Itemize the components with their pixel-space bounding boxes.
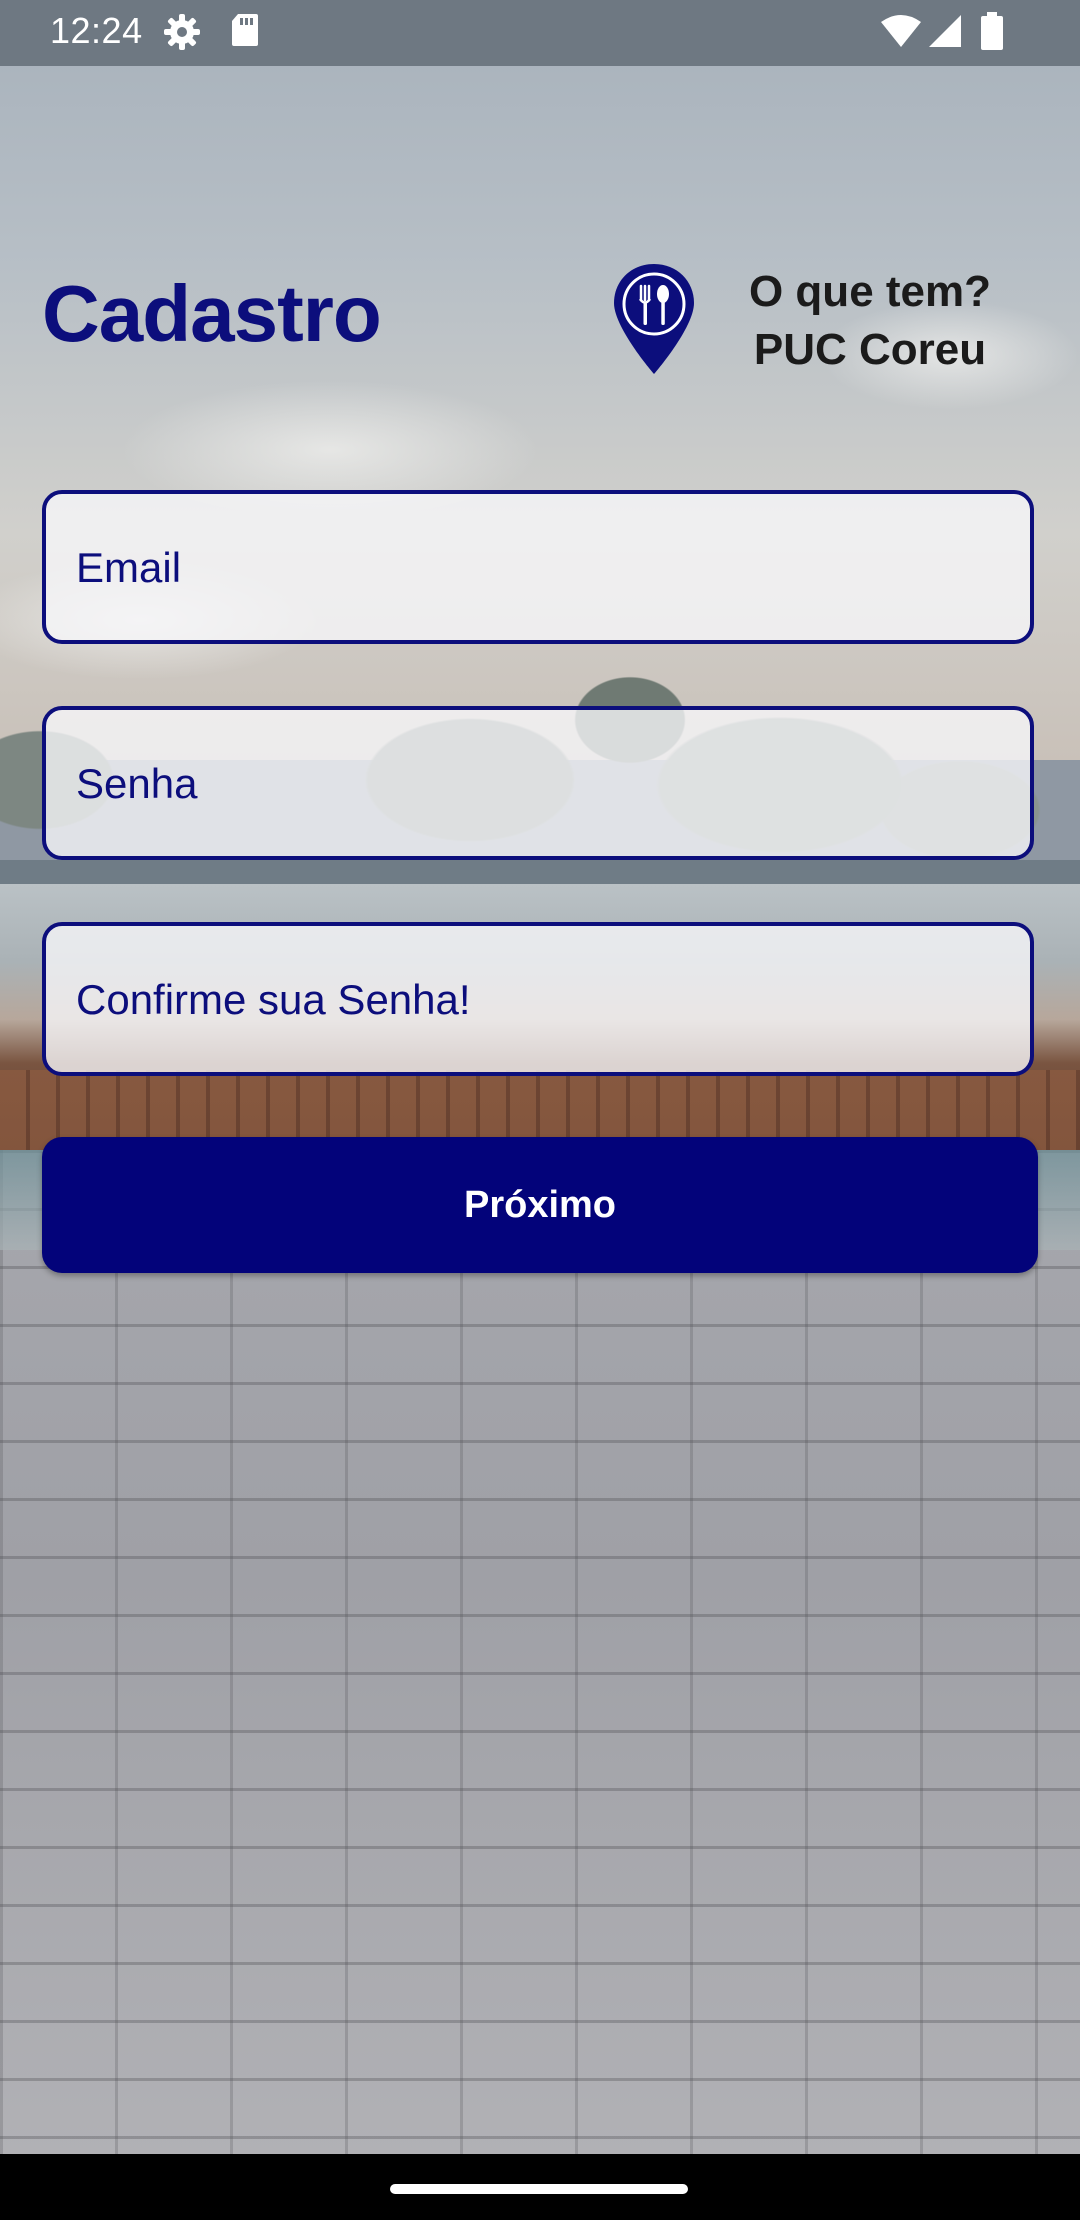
building-roof <box>0 860 1080 884</box>
navigation-bar <box>0 2154 1080 2220</box>
status-bar: 12:24 <box>0 0 1080 66</box>
brand-name: O que tem? PUC Coreu <box>720 263 1020 379</box>
confirm-password-input[interactable] <box>74 926 1008 1074</box>
wifi-icon <box>880 14 922 53</box>
confirm-password-field[interactable] <box>42 922 1034 1076</box>
home-gesture-handle[interactable] <box>390 2184 688 2194</box>
next-button[interactable]: Próximo <box>42 1137 1038 1273</box>
settings-icon <box>162 12 202 57</box>
email-input[interactable] <box>74 494 1008 642</box>
location-pin-fork-spoon-icon <box>612 262 696 381</box>
signal-icon <box>928 14 962 53</box>
email-field[interactable] <box>42 490 1034 644</box>
password-field[interactable] <box>42 706 1034 860</box>
sd-card-icon <box>230 12 260 53</box>
background-floor <box>0 1150 1080 2220</box>
brand-line-2: PUC Coreu <box>753 325 987 374</box>
signup-screen: 12:24 Cadastro O que tem? PUC Coreu Emai… <box>0 0 1080 2220</box>
brand-line-1: O que tem? <box>748 267 992 316</box>
status-time: 12:24 <box>50 10 143 51</box>
page-title: Cadastro <box>42 269 382 358</box>
battery-icon <box>980 12 1004 55</box>
password-input[interactable] <box>74 710 1008 858</box>
